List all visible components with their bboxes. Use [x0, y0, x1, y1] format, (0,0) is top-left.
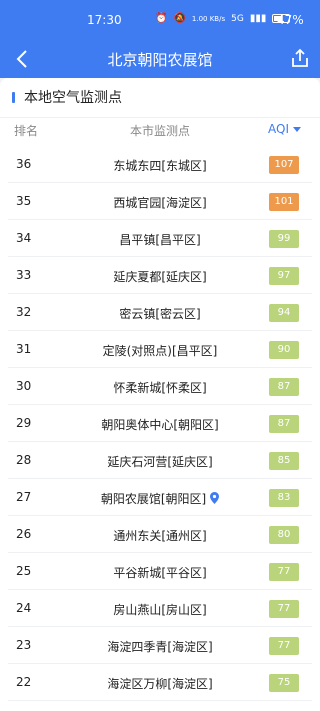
- station-name: 东城东四[东城区]: [113, 159, 207, 173]
- aqi-badge: 80: [269, 526, 299, 544]
- station-row[interactable]: 28 延庆石河营[延庆区] 85: [0, 442, 320, 479]
- station-row[interactable]: 27 朝阳农展馆[朝阳区] 83: [0, 479, 320, 516]
- station-name: 海淀四季青[海淀区]: [107, 640, 213, 654]
- aqi-badge: 75: [269, 674, 299, 692]
- signal-icon: ▮▮▮: [249, 13, 267, 24]
- station-name: 延庆石河营[延庆区]: [107, 455, 213, 469]
- aqi-badge: 77: [269, 563, 299, 581]
- station-row[interactable]: 30 怀柔新城[怀柔区] 87: [0, 368, 320, 405]
- nav-bar: 北京朝阳农展馆: [0, 40, 320, 78]
- aqi-badge: 83: [269, 489, 299, 507]
- mute-icon: 🔕: [173, 13, 186, 24]
- station-row[interactable]: 35 西城官园[海淀区] 101: [0, 183, 320, 220]
- location-pin-icon: [210, 492, 220, 504]
- status-time: 17:30: [87, 13, 122, 27]
- aqi-badge: 87: [269, 415, 299, 433]
- aqi-badge: 77: [269, 600, 299, 618]
- status-icons: ⏰ 🔕 1.00 KB/s 5G ▮▮▮: [155, 13, 291, 24]
- station-row[interactable]: 36 东城东四[东城区] 107: [0, 146, 320, 183]
- station-row[interactable]: 32 密云镇[密云区] 94: [0, 294, 320, 331]
- aqi-badge: 77: [269, 637, 299, 655]
- station-row[interactable]: 23 海淀四季青[海淀区] 77: [0, 627, 320, 664]
- station-name: 密云镇[密云区]: [119, 307, 201, 321]
- station-name: 西城官园[海淀区]: [113, 196, 207, 210]
- station-name: 通州东关[通州区]: [113, 529, 207, 543]
- network-speed: 1.00 KB/s: [191, 14, 226, 23]
- station-list: 36 东城东四[东城区] 107 35 西城官园[海淀区] 101 34 昌平镇[昌平区] 99…: [0, 146, 320, 701]
- station-row[interactable]: 25 平谷新城[平谷区] 77: [0, 553, 320, 590]
- page-title: 北京朝阳农展馆: [107, 50, 213, 69]
- station-name: 海淀区万柳[海淀区]: [107, 677, 213, 691]
- station-name: 延庆夏都[延庆区]: [113, 270, 207, 284]
- column-aqi-label: AQI: [268, 122, 289, 136]
- alarm-icon: ⏰: [155, 13, 168, 24]
- column-headers: 排名 本市监测点 AQI: [0, 118, 320, 146]
- station-name: 房山燕山[房山区]: [113, 603, 207, 617]
- station-row[interactable]: 26 通州东关[通州区] 80: [0, 516, 320, 553]
- station-name: 朝阳奥体中心[朝阳区]: [101, 418, 219, 432]
- share-button[interactable]: [287, 45, 313, 71]
- aqi-badge: 90: [269, 341, 299, 359]
- aqi-badge: 94: [269, 304, 299, 322]
- column-aqi-sort[interactable]: AQI: [268, 122, 301, 136]
- aqi-badge: 87: [269, 378, 299, 396]
- air-monitor-card: 本地空气监测点 排名 本市监测点 AQI 36 东城东四[东城区] 107 35 西城官…: [0, 78, 320, 711]
- station-name: 朝阳农展馆[朝阳区]: [100, 492, 207, 506]
- battery-percent: 47%: [277, 13, 304, 27]
- section-accent-bar: [12, 91, 15, 103]
- aqi-badge: 107: [269, 156, 299, 174]
- app-header: 17:30 ⏰ 🔕 1.00 KB/s 5G ▮▮▮ 47% 北京朝阳农展馆: [0, 0, 320, 78]
- station-row[interactable]: 29 朝阳奥体中心[朝阳区] 87: [0, 405, 320, 442]
- station-name: 定陵(对照点)[昌平区]: [102, 344, 218, 358]
- station-row[interactable]: 24 房山燕山[房山区] 77: [0, 590, 320, 627]
- section-header: 本地空气监测点: [12, 87, 122, 107]
- signal-label: 5G: [231, 13, 244, 24]
- chevron-left-icon: [16, 50, 27, 68]
- station-row[interactable]: 33 延庆夏都[延庆区] 97: [0, 257, 320, 294]
- back-button[interactable]: [8, 45, 36, 73]
- section-title: 本地空气监测点: [24, 90, 122, 106]
- aqi-badge: 85: [269, 452, 299, 470]
- station-row[interactable]: 22 海淀区万柳[海淀区] 75: [0, 664, 320, 701]
- station-row[interactable]: 31 定陵(对照点)[昌平区] 90: [0, 331, 320, 368]
- aqi-badge: 99: [269, 230, 299, 248]
- station-name: 昌平镇[昌平区]: [119, 233, 201, 247]
- aqi-badge: 101: [269, 193, 299, 211]
- status-bar: 17:30 ⏰ 🔕 1.00 KB/s 5G ▮▮▮ 47%: [0, 0, 320, 40]
- station-name: 平谷新城[平谷区]: [113, 566, 207, 580]
- aqi-badge: 97: [269, 267, 299, 285]
- station-row[interactable]: 34 昌平镇[昌平区] 99: [0, 220, 320, 257]
- station-name: 怀柔新城[怀柔区]: [113, 381, 207, 395]
- sort-caret-icon: [292, 126, 301, 132]
- share-icon: [292, 48, 308, 67]
